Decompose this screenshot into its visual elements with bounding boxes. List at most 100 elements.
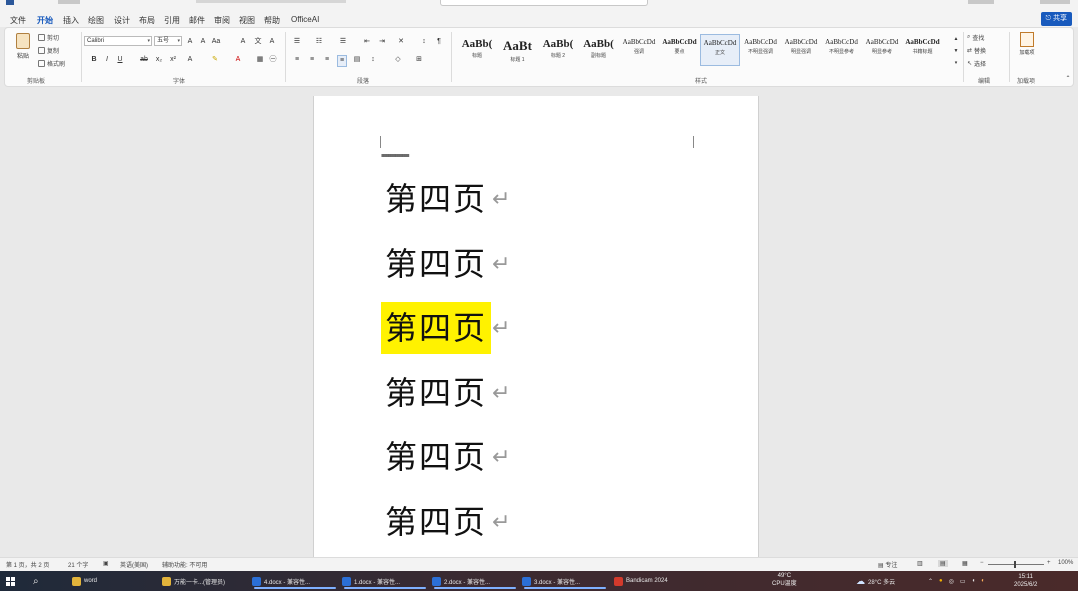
style-item[interactable]: AaBbCcDd 书籍标题	[903, 34, 943, 66]
style-item[interactable]: AaBb(标题 2	[538, 34, 578, 66]
bullets-icon[interactable]: ☰	[292, 37, 302, 47]
tab-layout[interactable]: 布局	[139, 15, 155, 26]
paste-button[interactable]: 粘贴	[13, 33, 33, 60]
document-paragraph[interactable]: 第四页 ↵	[381, 431, 510, 483]
borders-icon[interactable]: ⊞	[414, 55, 424, 65]
chinese-layout-icon[interactable]: ✕	[396, 37, 406, 47]
collapse-ribbon-icon[interactable]: ⌃	[1063, 74, 1073, 84]
document-paragraph[interactable]: 第四页 ↵	[381, 173, 510, 225]
show-marks-icon[interactable]: ¶	[434, 37, 444, 47]
start-button[interactable]	[6, 573, 15, 589]
paragraph-text[interactable]: 第四页	[381, 173, 491, 225]
multilevel-list-icon[interactable]: ☰	[338, 37, 348, 47]
tab-draw[interactable]: 绘图	[88, 15, 104, 26]
zoom-level[interactable]: 100%	[1058, 560, 1073, 566]
tab-design[interactable]: 设计	[114, 15, 130, 26]
document-paragraph[interactable]: 第四页 ↵	[381, 367, 510, 419]
style-item[interactable]: AaBb(标题	[457, 34, 497, 66]
style-item[interactable]: AaBbCcDd 要点	[660, 34, 700, 66]
replace-button[interactable]: ⇄ 替换	[967, 46, 986, 55]
paragraph-text[interactable]: 第四页	[381, 496, 491, 548]
document-page[interactable]: ıııııııııııııııııııııııııııııııııııııııı…	[313, 96, 759, 566]
numbering-icon[interactable]: ☷	[314, 37, 324, 47]
italic-icon[interactable]: I	[102, 55, 112, 65]
taskbar-app-button[interactable]: 2.docx - 兼容性...	[432, 573, 518, 589]
subscript-icon[interactable]: x₂	[154, 55, 164, 65]
paragraph-text[interactable]: 第四页	[381, 367, 491, 419]
share-button[interactable]: ⎋ 共享	[1040, 12, 1072, 26]
tab-review[interactable]: 审阅	[214, 15, 230, 26]
cut-button[interactable]: 剪切	[38, 33, 59, 42]
style-item[interactable]: AaBbCcDd 不明显参考	[822, 34, 862, 66]
char-border-icon[interactable]: A	[267, 37, 277, 47]
tab-home[interactable]: 开始	[37, 15, 53, 29]
zoom-out-icon[interactable]: −	[980, 560, 984, 566]
read-mode-icon[interactable]: ▥	[917, 560, 923, 567]
tab-mailings[interactable]: 邮件	[189, 15, 205, 26]
zoom-in-icon[interactable]: +	[1047, 560, 1051, 566]
zoom-slider[interactable]	[988, 561, 1044, 568]
document-paragraph[interactable]: 第四页 ↵	[381, 238, 510, 290]
account-area[interactable]	[968, 0, 994, 4]
align-center-icon[interactable]: ≡	[307, 55, 317, 65]
print-layout-icon[interactable]: ▤	[938, 560, 948, 567]
superscript-icon[interactable]: x²	[168, 55, 178, 65]
focus-mode-button[interactable]: ▤ 专注	[878, 560, 897, 569]
taskbar-app-button[interactable]: 3.docx - 兼容性...	[522, 573, 608, 589]
window-controls[interactable]	[1040, 0, 1070, 4]
decrease-indent-icon[interactable]: ⇤	[362, 37, 372, 47]
gallery-more-icon[interactable]: ▾	[951, 58, 961, 68]
style-item[interactable]: AaBbCcDd 明显参考	[862, 34, 902, 66]
change-case-icon[interactable]: Aa	[211, 37, 221, 47]
taskbar-app-button[interactable]: 4.docx - 兼容性...	[252, 573, 338, 589]
search-icon[interactable]: ⌕	[33, 573, 39, 589]
style-item[interactable]: AaBb(副标题	[579, 34, 619, 66]
bold-icon[interactable]: B	[89, 55, 99, 65]
grow-font-icon[interactable]: A	[185, 37, 195, 47]
font-color-icon[interactable]: A	[233, 55, 243, 65]
paragraph-shading-icon[interactable]: ◇	[393, 55, 403, 65]
tab-insert[interactable]: 插入	[63, 15, 79, 26]
clock[interactable]: 15:11 2025/6/2	[1014, 573, 1037, 589]
tab-references[interactable]: 引用	[164, 15, 180, 26]
word-count[interactable]: 21 个字	[68, 560, 88, 569]
highlight-icon[interactable]: ✎	[210, 55, 220, 65]
copy-button[interactable]: 复制	[38, 46, 59, 55]
page-count[interactable]: 第 1 页，共 2 页	[6, 560, 49, 569]
gallery-up-icon[interactable]: ▲	[951, 34, 961, 44]
shading-icon[interactable]: ▦	[255, 55, 265, 65]
find-button[interactable]: ⌕ 查找	[967, 33, 984, 42]
justify-icon[interactable]: ≡	[337, 55, 347, 67]
addins-button[interactable]: 加载项	[1015, 32, 1039, 56]
proofing-icon[interactable]: ▣	[103, 560, 109, 567]
gallery-down-icon[interactable]: ▼	[951, 46, 961, 56]
shrink-font-icon[interactable]: A	[198, 37, 208, 47]
paragraph-text[interactable]: 第四页	[381, 431, 491, 483]
tab-view[interactable]: 视图	[239, 15, 255, 26]
increase-indent-icon[interactable]: ⇥	[377, 37, 387, 47]
align-left-icon[interactable]: ≡	[292, 55, 302, 65]
style-item[interactable]: AaBbCcDd 明显强调	[781, 34, 821, 66]
accessibility-status[interactable]: 辅助功能: 不可用	[162, 560, 207, 569]
strikethrough-icon[interactable]: ab	[139, 55, 149, 65]
clear-format-icon[interactable]: A	[238, 37, 248, 47]
taskbar-app-button[interactable]: Bandicam 2024	[614, 573, 700, 589]
taskbar-app-button[interactable]: 1.docx - 兼容性...	[342, 573, 428, 589]
style-item[interactable]: AaBbCcDd 正文	[700, 34, 740, 66]
search-box[interactable]	[440, 0, 648, 6]
tab-help[interactable]: 帮助	[264, 15, 280, 26]
font-size-dropdown[interactable]: 五号 ▾	[154, 36, 182, 46]
underline-icon[interactable]: U	[115, 55, 125, 65]
document-paragraph[interactable]: 第四页 ↵	[381, 302, 510, 354]
phonetic-guide-icon[interactable]: 文	[253, 37, 263, 47]
line-spacing-icon[interactable]: ↕	[368, 55, 378, 65]
align-right-icon[interactable]: ≡	[322, 55, 332, 65]
document-paragraph[interactable]: 第四页 ↵	[381, 496, 510, 548]
cpu-temperature[interactable]: 49°C CPU温度	[772, 572, 797, 588]
web-layout-icon[interactable]: ▦	[962, 560, 968, 567]
taskbar-app-button[interactable]: 万能一卡...(管理员)	[162, 573, 248, 589]
zoom-slider-thumb[interactable]	[1014, 561, 1016, 568]
text-effects-icon[interactable]: A	[185, 55, 195, 65]
tab-officeai[interactable]: OfficeAI	[291, 15, 319, 24]
style-item[interactable]: AaBbCcDd 强调	[619, 34, 659, 66]
